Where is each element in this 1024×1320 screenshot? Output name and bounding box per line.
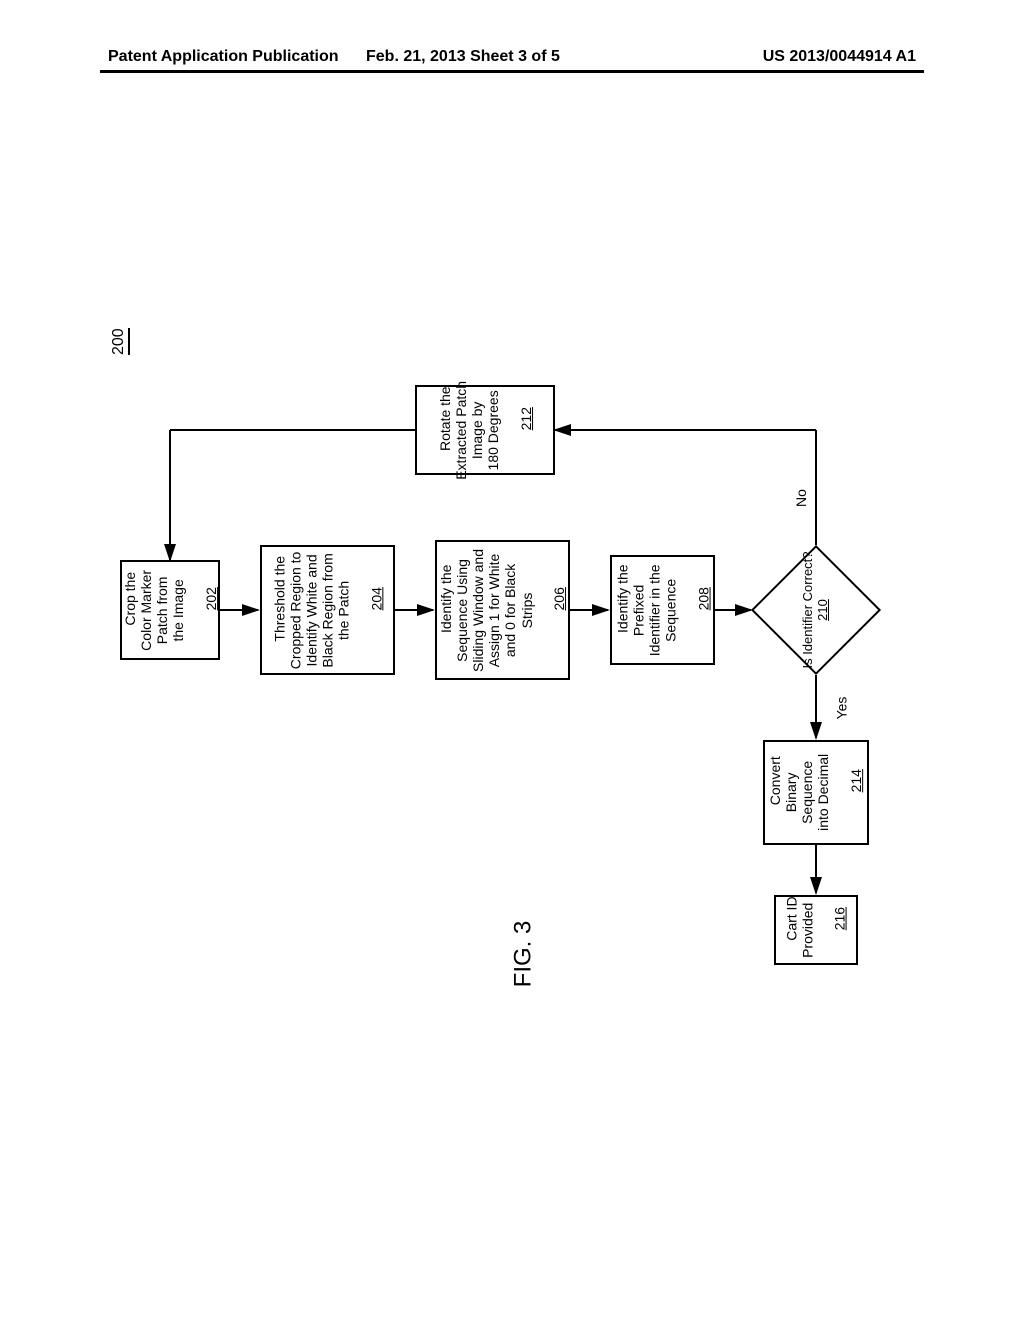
- process-convert-decimal: Convert Binary Sequence into Decimal 214: [763, 740, 869, 845]
- terminal-cart-id-text: Cart ID Provided: [784, 896, 816, 957]
- decision-identifier-correct: Is Identifier Correct? 210: [751, 545, 881, 675]
- process-threshold-ref: 204: [368, 587, 384, 610]
- header-center: Feb. 21, 2013 Sheet 3 of 5: [366, 48, 560, 66]
- header-right: US 2013/0044914 A1: [763, 48, 916, 66]
- process-crop-patch-text: Crop the Color Marker Patch from the Ima…: [122, 570, 186, 651]
- process-threshold-text: Threshold the Cropped Region to Identify…: [271, 551, 351, 669]
- process-rotate-patch: Rotate the Extracted Patch Image by 180 …: [415, 385, 555, 475]
- connectors: [110, 170, 910, 1210]
- process-rotate-patch-text: Rotate the Extracted Patch Image by 180 …: [437, 381, 501, 480]
- terminal-cart-id: Cart ID Provided 216: [774, 895, 858, 965]
- process-threshold: Threshold the Cropped Region to Identify…: [260, 545, 395, 675]
- process-identify-sequence-text: Identify the Sequence Using Sliding Wind…: [438, 549, 534, 672]
- process-convert-decimal-ref: 214: [848, 769, 864, 792]
- process-identify-sequence-ref: 206: [551, 587, 567, 610]
- terminal-cart-id-ref: 216: [832, 907, 848, 930]
- edge-label-yes: Yes: [833, 697, 849, 720]
- figure-title: FIG. 3: [509, 921, 537, 988]
- edge-label-no: No: [793, 489, 809, 507]
- figure-reference-main: 200: [110, 328, 130, 355]
- process-convert-decimal-text: Convert Binary Sequence into Decimal: [768, 754, 832, 831]
- process-identify-prefix: Identify the Prefixed Identifier in the …: [610, 555, 715, 665]
- process-identify-prefix-text: Identify the Prefixed Identifier in the …: [614, 564, 678, 656]
- process-crop-patch-ref: 202: [202, 587, 218, 610]
- header-rule: [100, 70, 924, 73]
- process-crop-patch: Crop the Color Marker Patch from the Ima…: [120, 560, 220, 660]
- header-left: Patent Application Publication: [108, 48, 339, 66]
- decision-identifier-correct-ref: 210: [815, 599, 830, 621]
- process-rotate-patch-ref: 212: [517, 407, 533, 430]
- decision-identifier-correct-text: Is Identifier Correct?: [800, 551, 815, 668]
- flowchart-diagram: 200 Crop the Color Marker Patch from the…: [110, 170, 910, 1210]
- process-identify-prefix-ref: 208: [695, 587, 711, 610]
- process-identify-sequence: Identify the Sequence Using Sliding Wind…: [435, 540, 570, 680]
